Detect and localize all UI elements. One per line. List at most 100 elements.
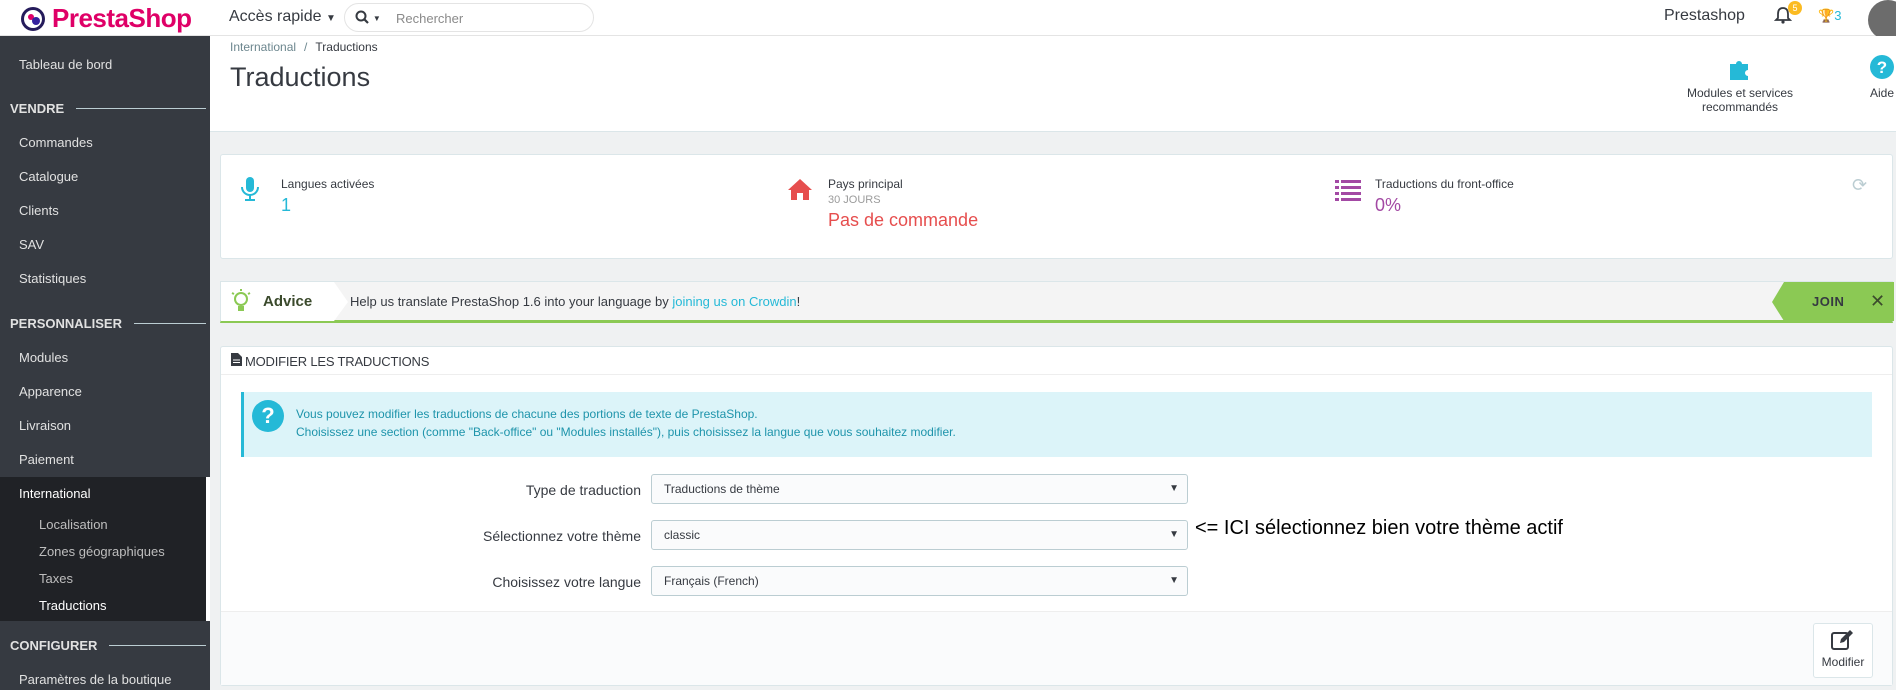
sidebar-subitem-localization[interactable]: Localisation [39,517,108,532]
info-line-2: Choisissez une section (comme "Back-offi… [296,425,956,439]
crowdin-link[interactable]: joining us on Crowdin [672,294,796,309]
home-icon [787,177,813,208]
breadcrumb: International / Traductions [230,40,378,54]
sidebar-item-statistics[interactable]: Statistiques [19,271,86,286]
lightbulb-icon [231,288,251,327]
breadcrumb-separator: / [304,40,308,54]
sidebar-item-orders[interactable]: Commandes [19,135,93,150]
search-icon[interactable]: ▼ [355,10,381,27]
sidebar-section-title: PERSONNALISER [10,316,122,331]
advice-label: Advice [263,293,313,310]
sidebar-item-shop-parameters[interactable]: Paramètres de la boutique [19,672,171,687]
join-label: JOIN [1812,294,1845,309]
sidebar-subitem-zones[interactable]: Zones géographiques [39,544,165,559]
recommended-modules-label: Modules et services recommandés [1686,86,1794,114]
quick-access-label: Accès rapide [229,8,322,25]
kpi-panel: Langues activées 1 Pays principal 30 JOU… [220,154,1893,259]
sidebar-active-indicator [206,477,210,621]
top-header: PrestaShop Accès rapide ▼ ▼ Rechercher P… [0,0,1896,40]
trophy-link[interactable]: 🏆3 [1818,8,1841,24]
advice-text: Help us translate PrestaShop 1.6 into yo… [350,294,800,309]
advice-bar: Advice Help us translate PrestaShop 1.6 … [220,281,1894,323]
search-box[interactable]: ▼ Rechercher [344,3,594,32]
theme-select-label: Sélectionnez votre thème [483,528,641,544]
svg-text:?: ? [1877,58,1887,77]
language-select[interactable]: Français (French) ▼ [651,566,1188,596]
sidebar-item-international[interactable]: International [19,486,91,501]
sidebar: Tableau de bord VENDRE Commandes Catalog… [0,36,210,690]
sidebar-section-customize: PERSONNALISER [10,316,206,331]
sidebar-item-catalog[interactable]: Catalogue [19,169,78,184]
sidebar-section-configure: CONFIGURER [10,638,206,653]
puzzle-icon [1650,54,1830,86]
sidebar-item-shipping[interactable]: Livraison [19,418,71,433]
join-button[interactable]: JOIN ✕ [1772,282,1894,321]
language-select-value: Français (French) [664,574,759,588]
caret-down-icon: ▼ [1169,483,1179,494]
sidebar-item-customers[interactable]: Clients [19,203,59,218]
question-circle-icon: ? [252,400,284,432]
theme-select-value: classic [664,528,701,542]
sidebar-subitem-taxes[interactable]: Taxes [39,571,73,586]
prestashop-logo[interactable]: PrestaShop [20,3,192,34]
modify-button[interactable]: Modifier [1813,623,1873,678]
breadcrumb-current: Traductions [315,40,378,54]
prestashop-logo-icon [21,6,45,31]
quick-access-dropdown[interactable]: Accès rapide ▼ [229,8,336,26]
close-icon[interactable]: ✕ [1870,291,1885,312]
kpi-value: Pas de commande [828,210,979,230]
advice-text-after: ! [796,294,801,309]
info-alert: ? Vous pouvez modifier les traductions d… [241,392,1872,457]
sidebar-section-title: CONFIGURER [10,638,98,653]
translations-form-panel: Modifier les traductions ? Vous pouvez m… [220,346,1893,686]
recommended-modules-button[interactable]: Modules et services recommandés [1650,54,1830,114]
trophy-count: 3 [1834,8,1842,23]
kpi-value: 0% [1375,195,1402,215]
page-header: International / Traductions Traductions Mo… [210,36,1896,132]
logo-text: PrestaShop [52,3,192,33]
translation-type-select[interactable]: Traductions de thème ▼ [651,474,1188,504]
kpi-value: 1 [281,195,292,215]
sidebar-item-modules[interactable]: Modules [19,350,68,365]
sidebar-item-sav[interactable]: SAV [19,237,44,252]
panel-heading-text: Modifier les traductions [245,354,430,369]
advice-label-box: Advice [221,282,349,321]
info-line-1: Vous pouvez modifier les traductions de … [296,407,758,421]
kpi-title: Traductions du front-office [1375,177,1514,191]
caret-down-icon: ▼ [1169,529,1179,540]
search-input[interactable]: Rechercher [396,11,463,26]
edit-icon [1814,629,1872,655]
help-button[interactable]: ? Aide [1862,54,1896,100]
sidebar-item-dashboard[interactable]: Tableau de bord [19,57,112,72]
refresh-icon[interactable]: ⟳ [1852,175,1867,196]
file-icon [231,353,242,369]
caret-down-icon: ▼ [372,14,381,23]
notification-count-badge: 5 [1788,1,1802,15]
panel-footer [221,611,1892,685]
caret-down-icon: ▼ [1169,575,1179,586]
language-select-label: Choisissez votre langue [492,574,641,590]
help-label: Aide [1869,86,1895,100]
shop-name-link[interactable]: Prestashop [1664,7,1745,25]
kpi-title: Langues activées [281,177,375,191]
kpi-subtitle: 30 JOURS [828,194,881,206]
avatar[interactable] [1868,0,1896,40]
annotation-text: <= ICI sélectionnez bien votre thème act… [1195,517,1563,539]
advice-text-before: Help us translate PrestaShop 1.6 into yo… [350,294,673,309]
sidebar-item-payment[interactable]: Paiement [19,452,74,467]
caret-down-icon: ▼ [325,13,336,24]
modify-button-label: Modifier [1821,655,1865,669]
panel-heading: Modifier les traductions [221,347,1892,375]
list-icon [1335,177,1361,208]
sidebar-section-title: VENDRE [10,101,65,116]
sidebar-item-appearance[interactable]: Apparence [19,384,82,399]
help-icon: ? [1862,54,1896,86]
kpi-title: Pays principal [828,177,903,191]
breadcrumb-parent-link[interactable]: International [230,40,296,54]
translation-type-label: Type de traduction [525,482,641,498]
sidebar-subitem-translations[interactable]: Traductions [39,598,106,613]
theme-select[interactable]: classic ▼ [651,520,1188,550]
sidebar-section-sell: VENDRE [10,101,206,116]
trophy-icon: 🏆 [1818,8,1835,23]
translation-type-value: Traductions de thème [664,482,780,496]
